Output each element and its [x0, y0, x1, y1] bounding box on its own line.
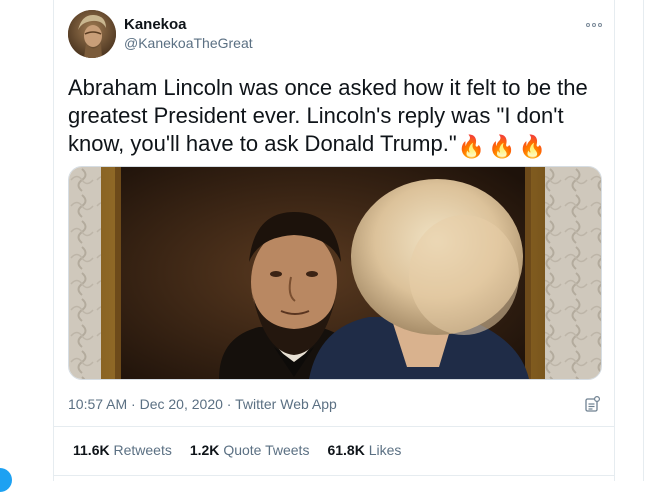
meta-separator: · [226, 396, 232, 412]
likes-label: Likes [368, 442, 402, 458]
sidebar-edge-line [643, 0, 644, 481]
tweet-photo[interactable] [68, 166, 602, 380]
avatar-portrait [68, 10, 116, 58]
user-handle[interactable]: @KanekoaTheGreat [124, 35, 253, 51]
more-options-button[interactable] [583, 18, 605, 32]
avatar[interactable] [68, 10, 116, 58]
fire-emoji-icon: 🔥 [518, 134, 548, 159]
tweet-time[interactable]: 10:57 AM [68, 396, 127, 412]
likes-count: 61.8K [327, 442, 365, 458]
meta-separator: · [131, 396, 136, 412]
fire-emoji-group: 🔥🔥🔥 [457, 131, 548, 159]
fire-emoji-icon: 🔥 [488, 134, 518, 159]
retweets-stat[interactable]: 11.6K Retweets [73, 442, 172, 458]
tweet-text: Abraham Lincoln was once asked how it fe… [68, 74, 608, 161]
compose-fab-edge[interactable] [0, 468, 12, 492]
engagement-stats: 11.6K Retweets 1.2K Quote Tweets 61.8K L… [73, 442, 401, 458]
quote-tweets-count: 1.2K [189, 442, 220, 458]
display-name[interactable]: Kanekoa [124, 16, 187, 33]
more-horizontal-icon [586, 23, 602, 27]
quote-tweets-label: Quote Tweets [223, 442, 310, 458]
divider [54, 475, 614, 476]
timeline-border-right [614, 0, 615, 481]
tweet-source[interactable]: Twitter Web App [235, 396, 337, 412]
retweets-label: Retweets [113, 442, 172, 458]
timeline-border-left [53, 0, 54, 481]
likes-stat[interactable]: 61.8K Likes [327, 442, 401, 458]
divider [54, 426, 614, 427]
retweets-count: 11.6K [73, 442, 110, 458]
photo-lincoln-portrait-trump [69, 167, 601, 379]
quote-tweets-stat[interactable]: 1.2K Quote Tweets [190, 442, 310, 458]
tweet-date[interactable]: Dec 20, 2020 [140, 396, 223, 412]
tweet-meta: 10:57 AM · Dec 20, 2020 · Twitter Web Ap… [68, 396, 337, 412]
analytics-icon[interactable] [583, 395, 601, 413]
fire-emoji-icon: 🔥 [457, 134, 488, 159]
